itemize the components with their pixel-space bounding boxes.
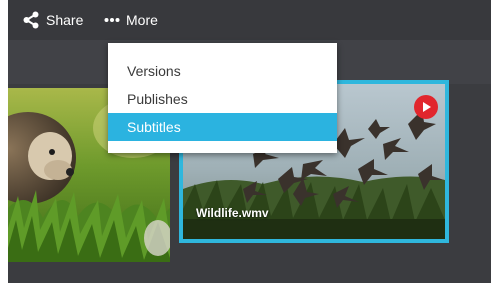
ellipsis-icon (104, 17, 120, 23)
menu-item-versions[interactable]: Versions (108, 57, 337, 85)
share-icon (22, 11, 40, 29)
menu-item-publishes[interactable]: Publishes (108, 85, 337, 113)
more-button[interactable]: More (104, 10, 158, 30)
screenshot-frame: Share More Wildlife.wmv Versions Publish… (0, 0, 496, 283)
media-library: Share More Wildlife.wmv Versions Publish… (8, 0, 491, 283)
more-dropdown-menu: Versions Publishes Subtitles (108, 43, 337, 153)
media-name-wildlife: Wildlife.wmv (196, 206, 269, 220)
menu-item-subtitles[interactable]: Subtitles (108, 113, 337, 141)
share-label: Share (46, 12, 84, 28)
share-button[interactable]: Share (22, 10, 83, 30)
play-icon[interactable] (414, 95, 438, 119)
toolbar: Share More (8, 0, 491, 40)
more-label: More (126, 12, 158, 28)
